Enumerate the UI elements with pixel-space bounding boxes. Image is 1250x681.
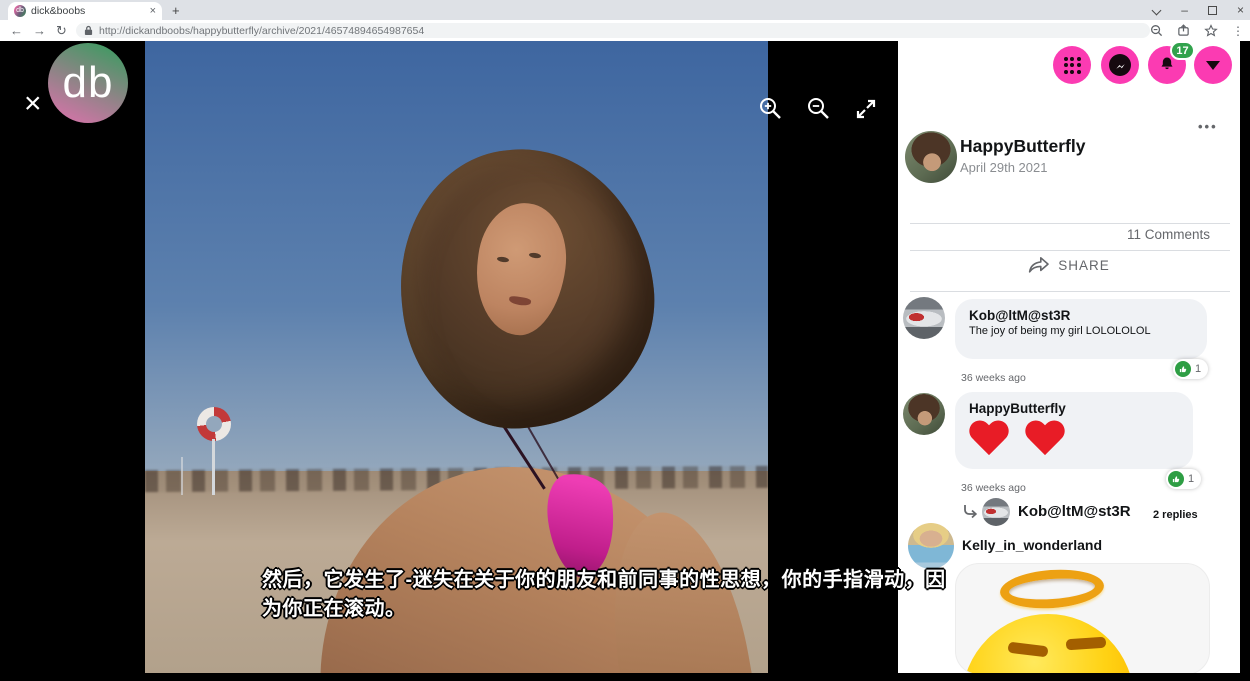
emoji-eyebrow <box>1007 642 1048 658</box>
forward-icon[interactable]: → <box>33 20 46 41</box>
comment-bubble: Kob@ltM@st3R The joy of being my girl LO… <box>955 299 1207 359</box>
share-page-icon[interactable] <box>1177 24 1190 37</box>
site-logo-text: db <box>63 58 114 108</box>
reply-avatar[interactable] <box>982 498 1010 526</box>
messenger-button[interactable] <box>1101 46 1139 84</box>
share-button[interactable]: SHARE <box>898 256 1240 274</box>
like-count: 1 <box>1195 363 1201 375</box>
subtitle-line: 为你正在滚动。 <box>262 595 1022 624</box>
fullscreen-icon[interactable] <box>854 97 878 121</box>
new-tab-button[interactable]: + <box>172 3 180 18</box>
comment-hearts <box>968 421 1066 459</box>
screen: db dick&boobs × + – × ← → ↻ http://dicka… <box>0 0 1250 681</box>
post-author-name[interactable]: HappyButterfly <box>960 136 1085 157</box>
replies-count[interactable]: 2 replies <box>1153 509 1198 521</box>
comment-author[interactable]: HappyButterfly <box>955 392 1193 418</box>
window-minimize-button[interactable]: – <box>1181 5 1188 15</box>
browser-navbar: ← → ↻ http://dickandboobs/happybutterfly… <box>0 20 1250 41</box>
post-author-avatar[interactable] <box>905 131 957 183</box>
divider <box>910 291 1230 292</box>
reload-icon[interactable]: ↻ <box>56 20 67 41</box>
letterbox-bottom <box>0 673 1250 681</box>
address-bar[interactable]: http://dickandboobs/happybutterfly/archi… <box>76 23 1150 38</box>
comment-time[interactable]: 36 weeks ago <box>961 372 1026 384</box>
heart-icon <box>1024 421 1066 459</box>
site-logo[interactable]: db <box>48 43 128 123</box>
like-badge[interactable]: 1 <box>1166 469 1201 489</box>
divider <box>910 250 1230 251</box>
tab-search-chevron-icon[interactable] <box>1153 6 1161 14</box>
browser-menu-icon[interactable]: ⋮ <box>1232 24 1244 38</box>
viewer-close-icon[interactable]: × <box>24 89 42 119</box>
post-date: April 29th 2021 <box>960 160 1047 175</box>
reply-arrow-icon <box>961 502 979 520</box>
url-text: http://dickandboobs/happybutterfly/archi… <box>99 25 424 37</box>
caret-down-icon <box>1206 61 1220 70</box>
apps-grid-button[interactable] <box>1053 46 1091 84</box>
page-zoom-icon[interactable] <box>1150 24 1163 37</box>
reply-row[interactable]: Kob@ltM@st3R 2 replies <box>898 498 1240 530</box>
zoom-out-icon[interactable] <box>806 96 832 122</box>
window-maximize-button[interactable] <box>1208 6 1217 15</box>
apps-grid-icon <box>1064 57 1081 74</box>
subtitle-overlay: 然后，它发生了-迷失在关于你的朋友和前同事的性思想，你的手指滑动，因 为你正在滚… <box>262 566 1022 624</box>
bookmark-star-icon[interactable] <box>1204 24 1218 38</box>
subtitle-line: 然后，它发生了-迷失在关于你的朋友和前同事的性思想，你的手指滑动，因 <box>262 566 1022 595</box>
tab-title: dick&boobs <box>31 5 145 17</box>
comment-author[interactable]: Kob@ltM@st3R <box>955 299 1207 325</box>
comment-author[interactable]: Kelly_in_wonderland <box>962 537 1102 553</box>
share-label: SHARE <box>1058 258 1110 273</box>
site-favicon: db <box>14 5 26 17</box>
share-arrow-icon <box>1028 256 1050 274</box>
heart-icon <box>968 421 1010 459</box>
thumbs-up-icon <box>1168 471 1184 487</box>
comments-count[interactable]: 11 Comments <box>1127 227 1210 242</box>
emoji-eyebrow <box>1066 637 1107 651</box>
comment-time[interactable]: 36 weeks ago <box>961 482 1026 494</box>
reply-author[interactable]: Kob@ltM@st3R <box>1018 503 1131 520</box>
messenger-icon <box>1109 54 1131 76</box>
zoom-in-icon[interactable] <box>758 96 784 122</box>
comment-avatar[interactable] <box>903 393 945 435</box>
comment-text: The joy of being my girl LOLOLOLOL <box>955 325 1207 337</box>
browser-titlebar: db dick&boobs × + – × <box>0 0 1250 20</box>
lifebuoy-pole <box>212 439 215 495</box>
beach-pole <box>181 457 183 495</box>
lifebuoy-hole <box>206 416 222 432</box>
comment-avatar[interactable] <box>908 523 954 569</box>
comment-avatar[interactable] <box>903 297 945 339</box>
tab-close-icon[interactable]: × <box>150 5 156 17</box>
account-menu-button[interactable] <box>1194 46 1232 84</box>
notification-badge: 17 <box>1170 41 1195 60</box>
window-close-button[interactable]: × <box>1237 3 1244 17</box>
letterbox-right <box>1240 41 1250 673</box>
browser-tab[interactable]: db dick&boobs × <box>8 2 162 20</box>
thumbs-up-icon <box>1175 361 1191 377</box>
padlock-icon <box>84 25 93 36</box>
divider <box>910 223 1230 224</box>
back-icon[interactable]: ← <box>10 20 23 41</box>
like-badge[interactable]: 1 <box>1173 359 1208 379</box>
like-count: 1 <box>1188 473 1194 485</box>
post-options-icon[interactable]: ••• <box>1198 119 1218 134</box>
